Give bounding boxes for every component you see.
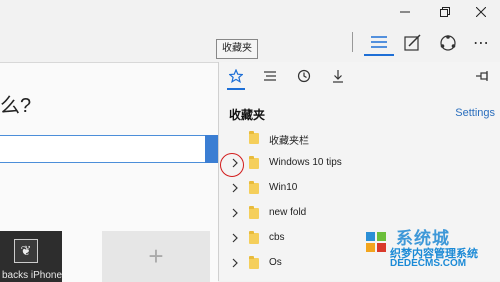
- tile-label: backs iPhone: [2, 270, 63, 281]
- folder-label: Win10: [269, 182, 298, 193]
- tab-history[interactable]: [287, 62, 321, 90]
- page-search-button[interactable]: [205, 135, 218, 163]
- folder-label: Windows 10 tips: [269, 157, 342, 168]
- hub-icon: [371, 36, 387, 48]
- folder-icon: [249, 231, 259, 244]
- star-icon: [229, 69, 243, 83]
- plus-icon: +: [148, 241, 164, 271]
- share-button[interactable]: [433, 30, 463, 56]
- favorites-heading: 收藏夹: [229, 108, 266, 122]
- folder-icon: [249, 131, 259, 144]
- folder-icon: [249, 156, 259, 169]
- web-page: 么? ❦ backs iPhone +: [0, 62, 218, 282]
- close-icon: [476, 7, 486, 17]
- folder-label: 收藏夹栏: [269, 136, 309, 147]
- favorite-folder-row[interactable]: 收藏夹栏: [219, 126, 500, 151]
- tab-downloads[interactable]: [321, 62, 355, 90]
- restore-button[interactable]: [426, 0, 464, 24]
- folder-label: cbs: [269, 232, 285, 243]
- favorite-folder-row[interactable]: Windows 10 tips: [219, 151, 500, 176]
- folder-label: new fold: [269, 207, 307, 218]
- chevron-right-icon[interactable]: [229, 207, 241, 219]
- add-tile-button[interactable]: +: [102, 231, 210, 282]
- restore-icon: [440, 7, 450, 17]
- web-note-button[interactable]: [398, 30, 428, 56]
- tab-reading-list[interactable]: [253, 62, 287, 90]
- title-bar: [0, 0, 500, 24]
- page-question-text: 么?: [0, 95, 32, 117]
- folder-icon: [249, 206, 259, 219]
- favorite-folder-row[interactable]: Win10: [219, 176, 500, 201]
- pin-icon: [476, 71, 488, 81]
- reading-list-icon: [264, 71, 276, 81]
- more-button[interactable]: ⋯: [466, 30, 496, 56]
- folder-icon: [249, 181, 259, 194]
- pin-pane-button[interactable]: [465, 62, 499, 90]
- watermark-logo-icon: [366, 232, 386, 252]
- hub-button[interactable]: [364, 30, 394, 56]
- minimize-button[interactable]: [386, 0, 424, 24]
- history-icon: [297, 69, 311, 83]
- watermark-line2: DEDECMS.COM: [390, 258, 467, 269]
- speed-dial-tile[interactable]: ❦ backs iPhone: [0, 231, 62, 282]
- folder-icon: [249, 256, 259, 269]
- annotation-circle: [220, 153, 244, 177]
- favorites-tooltip: 收藏夹: [216, 39, 258, 59]
- watermark: 系统城 织梦内容管理系统 DEDECMS.COM: [362, 224, 500, 281]
- chevron-right-icon[interactable]: [229, 232, 241, 244]
- web-note-icon: [404, 34, 421, 51]
- favorite-folder-row[interactable]: new fold: [219, 201, 500, 226]
- minimize-icon: [400, 11, 410, 13]
- share-icon: [440, 35, 456, 51]
- settings-link[interactable]: Settings: [455, 107, 495, 119]
- download-icon: [333, 70, 343, 83]
- page-search-input[interactable]: [0, 135, 206, 163]
- close-window-button[interactable]: [462, 0, 500, 24]
- hub-tabs: [219, 62, 500, 90]
- folder-label: Os: [269, 257, 282, 268]
- toolbar-divider: [352, 32, 353, 52]
- tile-logo-icon: ❦: [14, 239, 38, 263]
- more-icon: ⋯: [473, 35, 489, 52]
- tab-favorites[interactable]: [219, 62, 253, 90]
- chevron-right-icon[interactable]: [229, 257, 241, 269]
- chevron-right-icon[interactable]: [229, 182, 241, 194]
